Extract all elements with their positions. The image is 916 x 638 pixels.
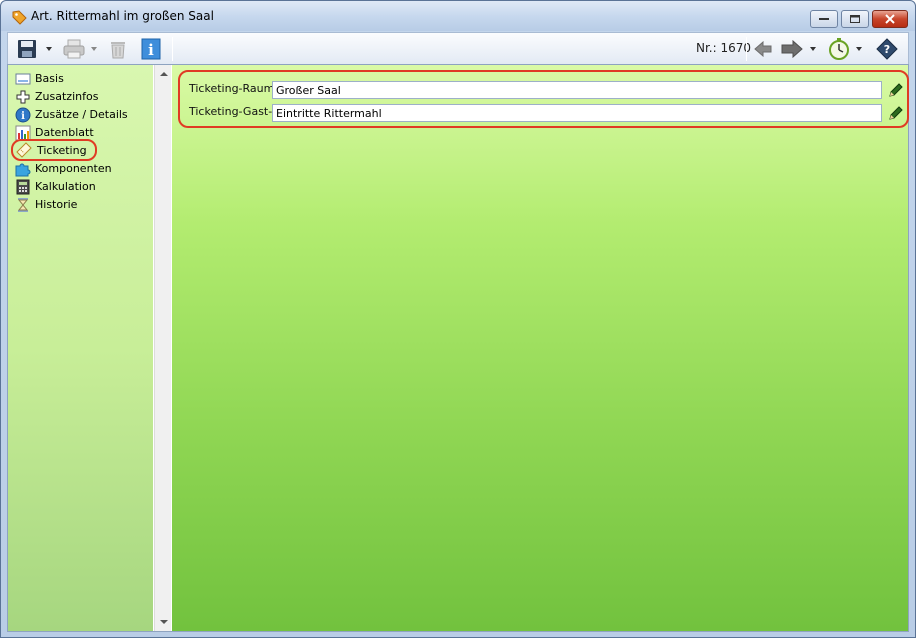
trash-icon <box>111 42 125 59</box>
help-book-icon: ? <box>876 38 898 60</box>
timer-button[interactable] <box>826 36 852 62</box>
calculator-icon <box>16 179 30 195</box>
sidebar-item-zusatzinfos[interactable]: Zusatzinfos <box>15 88 98 105</box>
ticketing-gast-art-field[interactable]: Eintritte Rittermahl <box>272 104 882 122</box>
ticketing-raum-field[interactable]: Großer Saal <box>272 81 882 99</box>
title-bar[interactable]: Art. Rittermahl im großen Saal <box>1 1 915 31</box>
back-arrow-icon <box>754 41 772 57</box>
sidebar-item-label: Basis <box>35 72 64 85</box>
sidebar-item-zusaetze-details[interactable]: i Zusätze / Details <box>15 106 128 123</box>
sidebar-item-basis[interactable]: Basis <box>15 70 64 87</box>
scroll-up-icon[interactable] <box>160 72 168 76</box>
info-button[interactable]: i <box>139 36 163 62</box>
toolbar: i Nr.: 1670 ? <box>7 32 909 64</box>
scroll-down-icon[interactable] <box>160 620 168 624</box>
print-icon <box>63 39 85 59</box>
record-number: Nr.: 1670 <box>696 41 752 55</box>
sidebar-item-label: Historie <box>35 198 78 211</box>
minimize-icon <box>819 18 829 20</box>
sidebar: Basis Zusatzinfos i Zusätze / Details Da… <box>8 65 153 631</box>
window-title: Art. Rittermahl im großen Saal <box>31 9 214 23</box>
info-circle-icon: i <box>15 107 31 123</box>
content-area: Basis Zusatzinfos i Zusätze / Details Da… <box>7 64 909 632</box>
sidebar-item-label: Zusätze / Details <box>35 108 128 121</box>
svg-text:?: ? <box>884 43 890 56</box>
maximize-button[interactable] <box>841 10 869 28</box>
plus-icon <box>16 90 30 104</box>
tag-icon <box>12 10 27 25</box>
help-button[interactable]: ? <box>874 36 900 62</box>
timer-icon <box>829 38 849 60</box>
svg-text:i: i <box>21 111 25 122</box>
chevron-down-icon <box>46 47 52 51</box>
minimize-button[interactable] <box>810 10 838 28</box>
forward-arrow-icon <box>781 40 803 58</box>
ticketing-raum-label: Ticketing-Raum: <box>189 82 279 95</box>
print-dropdown[interactable] <box>89 36 99 62</box>
svg-text:i: i <box>148 41 154 59</box>
pencil-icon[interactable] <box>887 104 905 122</box>
chevron-down-icon <box>91 47 97 51</box>
sidebar-item-label: Zusatzinfos <box>35 90 99 103</box>
ticket-icon <box>16 142 32 158</box>
app-window: Art. Rittermahl im großen Saal i Nr.: 16… <box>0 0 916 638</box>
info-icon: i <box>141 38 161 60</box>
sidebar-item-ticketing[interactable]: Ticketing <box>11 139 97 161</box>
delete-button[interactable] <box>106 36 130 62</box>
main-panel: Ticketing-Raum: Großer Saal Ticketing-Ga… <box>172 65 909 631</box>
sidebar-item-label: Ticketing <box>37 143 87 157</box>
timer-dropdown[interactable] <box>854 36 864 62</box>
sidebar-item-label: Kalkulation <box>35 180 96 193</box>
sidebar-item-kalkulation[interactable]: Kalkulation <box>15 178 96 195</box>
sidebar-item-historie[interactable]: Historie <box>15 196 77 213</box>
close-icon <box>885 14 895 24</box>
sidebar-item-komponenten[interactable]: Komponenten <box>15 160 112 177</box>
forward-button[interactable] <box>780 36 804 62</box>
form-icon <box>15 73 31 85</box>
toolbar-separator <box>746 37 747 61</box>
forward-dropdown[interactable] <box>808 36 818 62</box>
save-dropdown[interactable] <box>44 36 54 62</box>
save-icon <box>18 40 36 58</box>
back-button[interactable] <box>752 36 774 62</box>
close-button[interactable] <box>872 10 908 28</box>
toolbar-separator <box>172 37 173 61</box>
puzzle-icon <box>15 163 31 177</box>
sidebar-item-label: Komponenten <box>35 162 112 175</box>
maximize-icon <box>850 15 860 23</box>
pencil-icon[interactable] <box>887 81 905 99</box>
save-button[interactable] <box>16 36 38 62</box>
sidebar-scrollbar[interactable] <box>154 65 171 631</box>
chevron-down-icon <box>810 47 816 51</box>
print-button[interactable] <box>62 36 86 62</box>
chevron-down-icon <box>856 47 862 51</box>
hourglass-icon <box>17 198 29 212</box>
ticketing-fields: Ticketing-Raum: Großer Saal Ticketing-Ga… <box>178 70 909 128</box>
sidebar-item-label: Datenblatt <box>35 126 94 139</box>
